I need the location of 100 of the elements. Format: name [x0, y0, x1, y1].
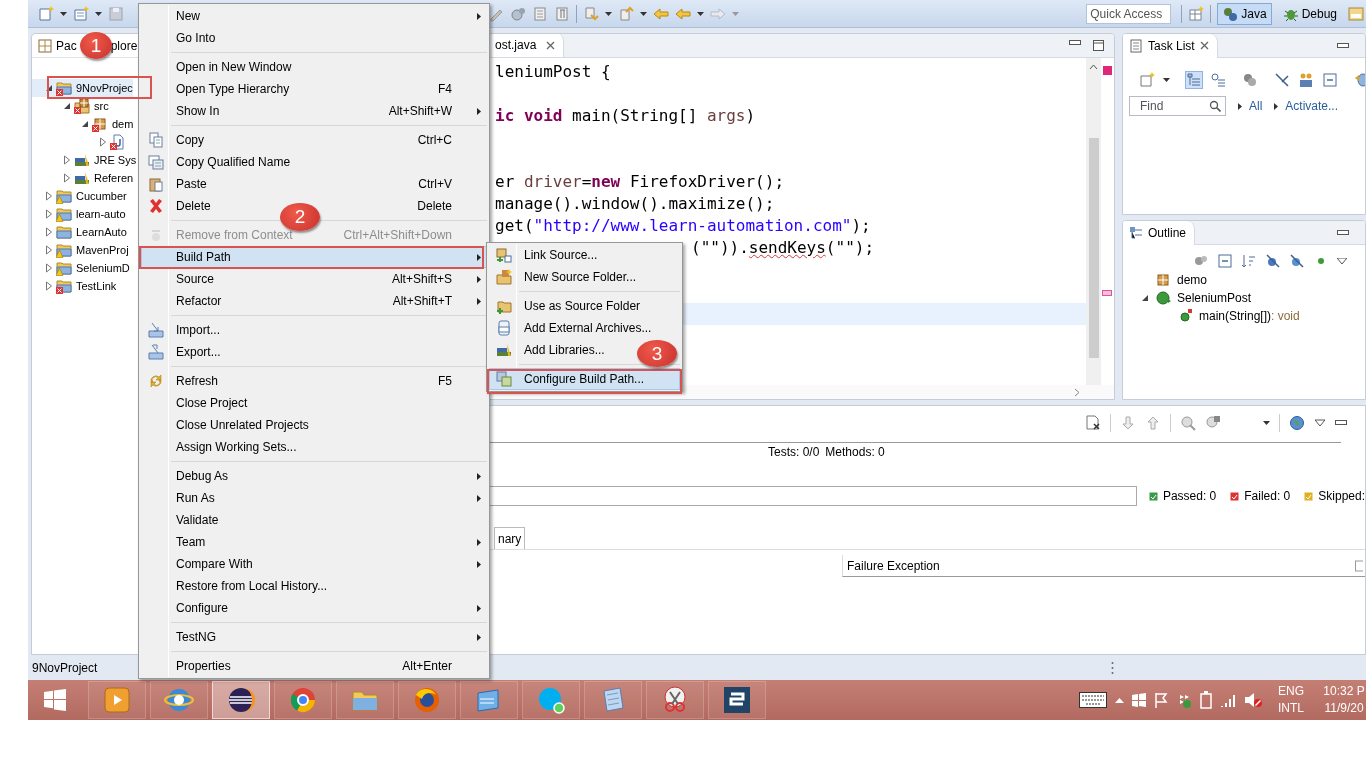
collapsed-arrow-icon[interactable]	[45, 191, 53, 201]
collapsed-arrow-icon[interactable]	[45, 209, 53, 219]
dropdown-caret-icon[interactable]	[60, 12, 67, 16]
dropdown-caret-icon[interactable]	[697, 12, 704, 16]
new-project-icon[interactable]	[73, 6, 89, 22]
menu-item[interactable]: Paste	[176, 177, 207, 191]
tree-item[interactable]: src	[32, 97, 109, 115]
hide-static-icon[interactable]	[1289, 253, 1305, 269]
taskbar-button[interactable]	[398, 681, 456, 719]
menu-item[interactable]: Compare With	[176, 557, 253, 571]
filter-link[interactable]: Activate...	[1274, 99, 1339, 113]
menu-item[interactable]: Refresh	[176, 374, 219, 388]
menu-item[interactable]: Refactor	[176, 294, 222, 308]
taskbar-button[interactable]	[212, 681, 270, 719]
menu-item[interactable]: Properties	[176, 659, 231, 673]
next-failure-icon[interactable]	[1120, 415, 1136, 431]
find-field[interactable]: Find	[1129, 96, 1226, 116]
collapsed-arrow-icon[interactable]	[99, 137, 107, 147]
view-tab[interactable]: Task List	[1123, 34, 1218, 58]
view-tab[interactable]: nary	[494, 527, 526, 549]
menu-item[interactable]: Close Project	[176, 396, 248, 410]
collapsed-arrow-icon[interactable]	[45, 227, 53, 237]
copy-icon[interactable]	[1355, 558, 1363, 573]
tree-item[interactable]: MavenProj	[32, 241, 129, 259]
minimize-icon[interactable]	[1069, 40, 1081, 46]
signal-icon[interactable]	[1220, 693, 1236, 707]
menu-item[interactable]: Copy Qualified Name	[176, 155, 291, 169]
keyboard-icon[interactable]	[1079, 692, 1107, 708]
back-arrow-icon[interactable]	[675, 6, 691, 22]
clock-date[interactable]: 11/9/20	[1324, 700, 1364, 717]
expanded-arrow-icon[interactable]	[63, 101, 71, 111]
menu-item[interactable]: Export...	[176, 345, 221, 359]
menu-item[interactable]: Debug As	[176, 469, 229, 483]
dropdown-caret-icon[interactable]	[640, 12, 647, 16]
collapsed-arrow-icon[interactable]	[45, 245, 53, 255]
outline-item[interactable]: demo	[1177, 273, 1208, 287]
taskbar-button[interactable]	[708, 681, 766, 719]
menu-item[interactable]: Delete	[176, 199, 211, 213]
perspective-button[interactable]: Java	[1217, 3, 1272, 25]
scroll-right-icon[interactable]	[1074, 387, 1080, 397]
menu-item[interactable]: Build Path	[141, 246, 487, 268]
minimize-icon[interactable]	[1337, 42, 1349, 49]
menu-item[interactable]: Run As	[176, 491, 215, 505]
quick-access-field[interactable]: Quick Access	[1086, 4, 1172, 24]
menu-icon[interactable]	[1337, 258, 1347, 264]
expanded-arrow-icon[interactable]	[1141, 293, 1149, 303]
menu-item[interactable]: Go Into	[176, 31, 216, 45]
muted-speaker-icon[interactable]	[1244, 692, 1262, 708]
last-edit-icon[interactable]	[653, 6, 669, 22]
dropdown-caret-icon[interactable]	[1263, 421, 1270, 425]
menu-item[interactable]: Open in New Window	[176, 60, 292, 74]
rerun-icon[interactable]	[1180, 415, 1196, 431]
scheduled-icon[interactable]	[1210, 72, 1226, 88]
categorized-icon[interactable]	[1186, 72, 1202, 88]
collapsed-arrow-icon[interactable]	[45, 263, 53, 273]
menu-item[interactable]: Show In	[176, 104, 220, 118]
menu-item[interactable]: Team	[176, 535, 206, 549]
open-perspective-icon[interactable]	[1188, 6, 1205, 22]
menu-item[interactable]: Restore from Local History...	[176, 579, 328, 593]
tree-item[interactable]: TestLink	[32, 277, 117, 295]
menu-item[interactable]: Configure	[176, 601, 229, 615]
previous-failure-icon[interactable]	[1145, 415, 1161, 431]
tree-item[interactable]: Cucumber	[32, 187, 127, 205]
dropdown-caret-icon[interactable]	[1163, 78, 1170, 82]
maximize-icon[interactable]	[1093, 40, 1104, 51]
menu-item[interactable]: Link Source...	[524, 248, 598, 262]
collapsed-arrow-icon[interactable]	[45, 281, 53, 291]
menu-item[interactable]: Configure Build Path...	[489, 368, 680, 390]
tree-item[interactable]: SeleniumD	[32, 259, 130, 277]
scroll-up-icon[interactable]	[1089, 64, 1098, 70]
menu-item[interactable]: Use as Source Folder	[524, 299, 641, 313]
hide-fields-icon[interactable]	[1265, 253, 1281, 269]
tree-item[interactable]: learn-auto	[32, 205, 126, 223]
menu-item[interactable]: Copy	[176, 133, 204, 147]
collapsed-arrow-icon[interactable]	[63, 173, 71, 183]
menu-item[interactable]: Add External Archives...	[524, 321, 652, 335]
dropdown-caret-icon[interactable]	[605, 12, 612, 16]
editor-tab[interactable]: ost.java	[492, 34, 565, 57]
view-tab[interactable]: Outline	[1123, 221, 1196, 245]
rerun-failed-icon[interactable]	[1205, 415, 1221, 431]
remove-results-icon[interactable]	[1085, 415, 1101, 431]
flag-icon[interactable]	[1154, 692, 1168, 708]
menu-item[interactable]: Add Libraries...	[524, 343, 605, 357]
menu-item[interactable]: Validate	[176, 513, 219, 527]
dropdown-caret-icon[interactable]	[95, 12, 102, 16]
globe-icon[interactable]	[1289, 415, 1305, 431]
hide-completed-icon[interactable]	[1274, 72, 1290, 88]
language-indicator[interactable]: INTL	[1278, 700, 1304, 717]
menu-item[interactable]: New	[176, 9, 200, 23]
sort-icon[interactable]	[1241, 253, 1257, 269]
tree-item[interactable]: LearnAuto	[32, 223, 127, 241]
menu-item[interactable]: Close Unrelated Projects	[176, 418, 309, 432]
tree-item[interactable]: dem	[32, 115, 134, 133]
collapse-all-icon[interactable]	[1217, 253, 1233, 269]
tree-item[interactable]: JRE Sys	[32, 151, 137, 169]
outline-item[interactable]: SeleniumPost	[1177, 291, 1252, 305]
paragraph-icon[interactable]	[554, 6, 570, 22]
power-icon[interactable]	[1200, 691, 1212, 709]
collapsed-arrow-icon[interactable]	[63, 155, 71, 165]
minimize-icon[interactable]	[1335, 420, 1347, 426]
